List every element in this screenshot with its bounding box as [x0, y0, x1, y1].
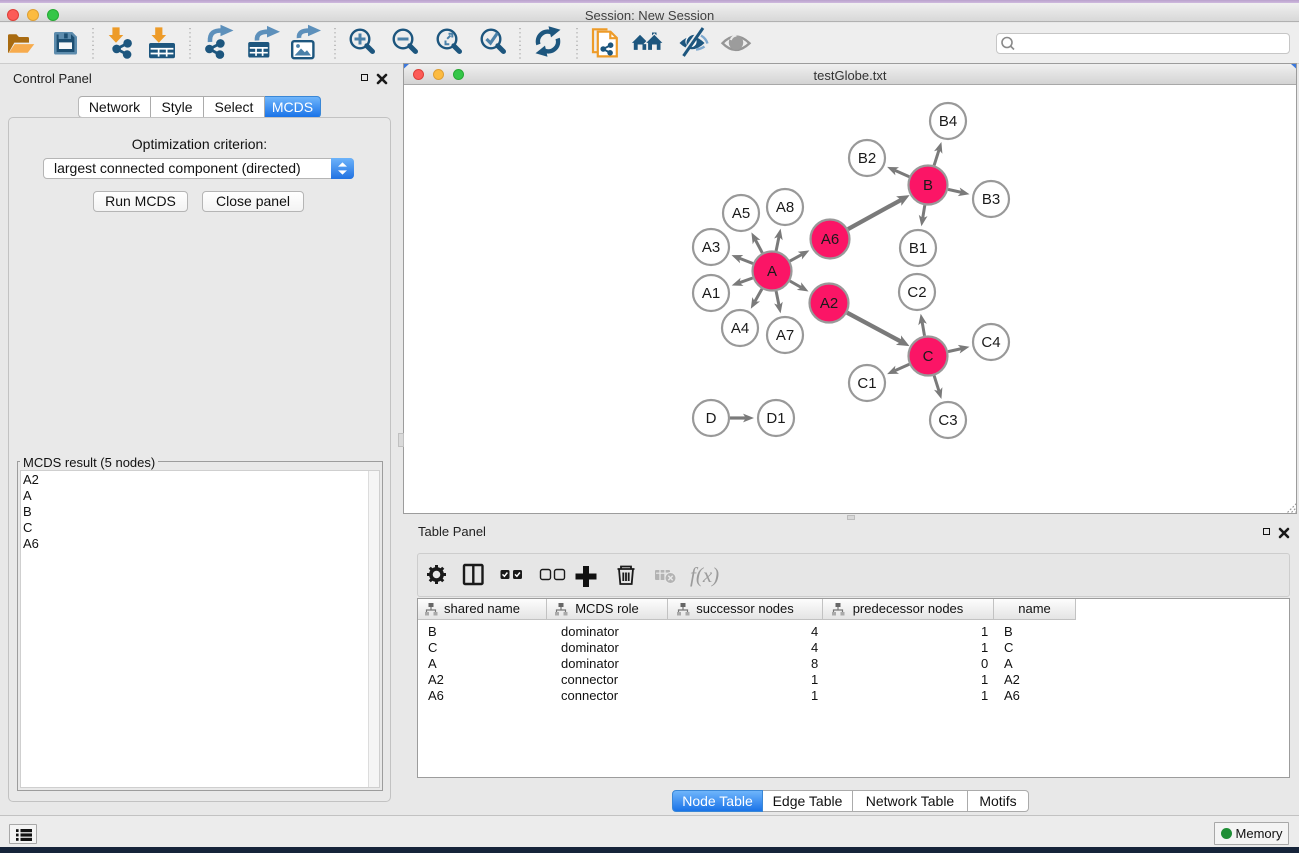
- svg-text:A2: A2: [820, 295, 838, 312]
- svg-text:A7: A7: [776, 327, 794, 344]
- svg-text:C2: C2: [907, 284, 926, 301]
- svg-text:A: A: [767, 263, 777, 280]
- svg-text:B2: B2: [858, 150, 876, 167]
- svg-text:B1: B1: [909, 240, 927, 257]
- svg-text:B4: B4: [939, 113, 957, 130]
- svg-text:D1: D1: [766, 410, 785, 427]
- svg-text:A1: A1: [702, 285, 720, 302]
- svg-text:A4: A4: [731, 320, 749, 337]
- svg-text:C: C: [923, 348, 934, 365]
- svg-text:C1: C1: [857, 375, 876, 392]
- svg-text:A8: A8: [776, 199, 794, 216]
- svg-text:D: D: [706, 410, 717, 427]
- svg-text:B: B: [923, 177, 933, 194]
- svg-text:A3: A3: [702, 239, 720, 256]
- svg-text:A6: A6: [821, 231, 839, 248]
- svg-text:f(x): f(x): [690, 563, 719, 587]
- svg-text:C3: C3: [938, 412, 957, 429]
- svg-text:C4: C4: [981, 334, 1000, 351]
- svg-text:B3: B3: [982, 191, 1000, 208]
- svg-text:A5: A5: [732, 205, 750, 222]
